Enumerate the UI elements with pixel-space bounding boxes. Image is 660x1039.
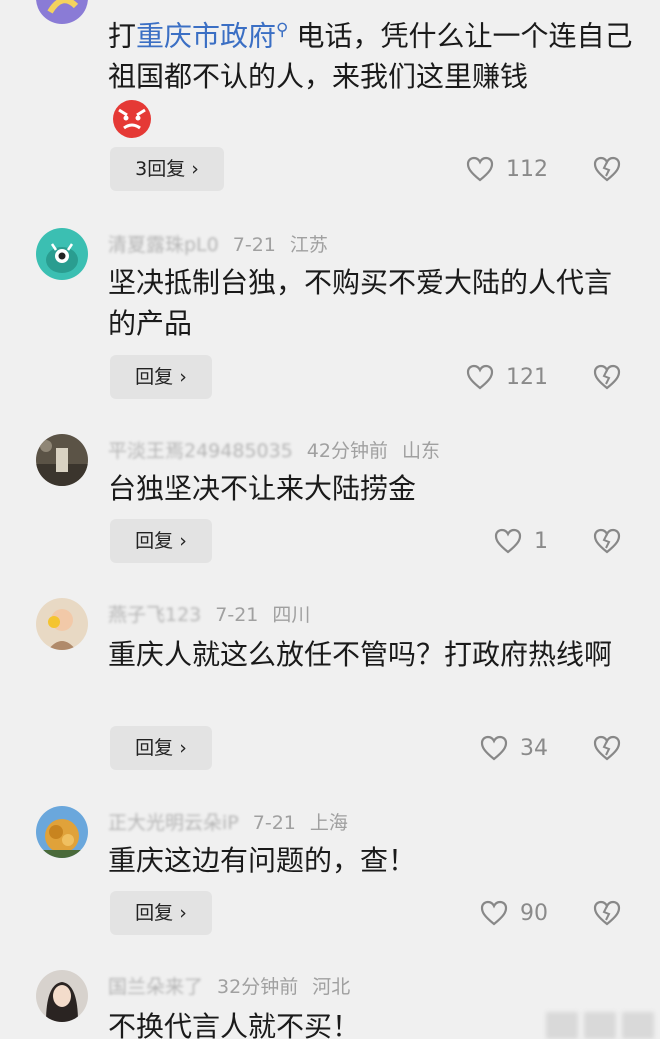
like-count: 90: [520, 900, 548, 926]
comment-meta: 燕子飞123 7-21 四川: [108, 600, 324, 627]
username[interactable]: 燕子飞123: [108, 604, 201, 626]
like-count: 112: [506, 156, 548, 182]
username[interactable]: 国兰朵来了: [108, 976, 203, 998]
broken-heart-icon: [593, 528, 621, 554]
comment-date: 7-21: [215, 604, 259, 626]
like-button[interactable]: 1: [494, 519, 594, 563]
heart-icon: [466, 156, 494, 182]
avatar[interactable]: [36, 806, 88, 858]
comment-location: 四川: [272, 604, 311, 626]
like-count: 1: [534, 528, 548, 554]
search-link[interactable]: 重庆市政府: [136, 19, 276, 52]
avatar[interactable]: [36, 598, 88, 650]
watermark: [546, 1012, 654, 1039]
dislike-button[interactable]: [592, 898, 622, 928]
broken-heart-icon: [593, 156, 621, 182]
comment-meta: 平淡王焉249485035 42分钟前 山东: [108, 436, 454, 463]
avatar[interactable]: [36, 434, 88, 486]
username[interactable]: 平淡王焉249485035: [108, 440, 293, 462]
comment-location: 江苏: [289, 234, 328, 256]
username[interactable]: 正大光明云朵iP: [108, 812, 239, 834]
like-button[interactable]: 34: [480, 726, 580, 770]
like-button[interactable]: 90: [480, 891, 580, 935]
heart-icon: [480, 900, 508, 926]
broken-heart-icon: [593, 364, 621, 390]
replies-button[interactable]: 3回复 ›: [110, 147, 224, 191]
dislike-button[interactable]: [592, 154, 622, 184]
comment-feed: 打重庆市政府⚲ 电话，凭什么让一个连自己祖国都不认的人，来我们这里赚钱 3回复 ›…: [0, 0, 660, 1039]
like-count: 121: [506, 364, 548, 390]
comment-location: 河北: [312, 976, 351, 998]
broken-heart-icon: [593, 900, 621, 926]
comment-text: 坚决抵制台独，不购买不爱大陆的人代言的产品: [108, 266, 613, 340]
comment-location: 山东: [401, 440, 440, 462]
comment-text: 打重庆市政府⚲ 电话，凭什么让一个连自己祖国都不认的人，来我们这里赚钱: [108, 19, 633, 94]
comment-date: 7-21: [252, 812, 296, 834]
reply-button[interactable]: 回复 ›: [110, 519, 212, 563]
comment-date: 42分钟前: [306, 440, 388, 462]
dislike-button[interactable]: [592, 526, 622, 556]
comment-meta: 国兰朵来了 32分钟前 河北: [108, 972, 364, 999]
heart-icon: [466, 364, 494, 390]
like-button[interactable]: 112: [466, 147, 566, 191]
avatar[interactable]: [36, 970, 88, 1022]
avatar[interactable]: [36, 228, 88, 280]
broken-heart-icon: [593, 735, 621, 761]
comment-meta: 清夏露珠pL0 7-21 江苏: [108, 230, 342, 257]
heart-icon: [480, 735, 508, 761]
heart-icon: [494, 528, 522, 554]
search-icon: ⚲: [276, 20, 289, 40]
reply-button[interactable]: 回复 ›: [110, 355, 212, 399]
comment-date: 7-21: [232, 234, 276, 256]
comment-date: 32分钟前: [217, 976, 299, 998]
like-count: 34: [520, 735, 548, 761]
avatar[interactable]: [36, 0, 88, 24]
comment-text: 重庆这边有问题的，查！: [108, 844, 417, 877]
comment-location: 上海: [309, 812, 348, 834]
dislike-button[interactable]: [592, 362, 622, 392]
comment-meta: 正大光明云朵iP 7-21 上海: [108, 808, 362, 835]
comment-text: 台独坚决不让来大陆捞金: [108, 472, 417, 505]
angry-face-icon: [110, 96, 154, 140]
dislike-button[interactable]: [592, 733, 622, 763]
like-button[interactable]: 121: [466, 355, 566, 399]
username[interactable]: 清夏露珠pL0: [108, 234, 219, 256]
comment-text: 重庆人就这么放任不管吗？打政府热线啊: [108, 638, 613, 671]
reply-button[interactable]: 回复 ›: [110, 891, 212, 935]
reply-button[interactable]: 回复 ›: [110, 726, 212, 770]
